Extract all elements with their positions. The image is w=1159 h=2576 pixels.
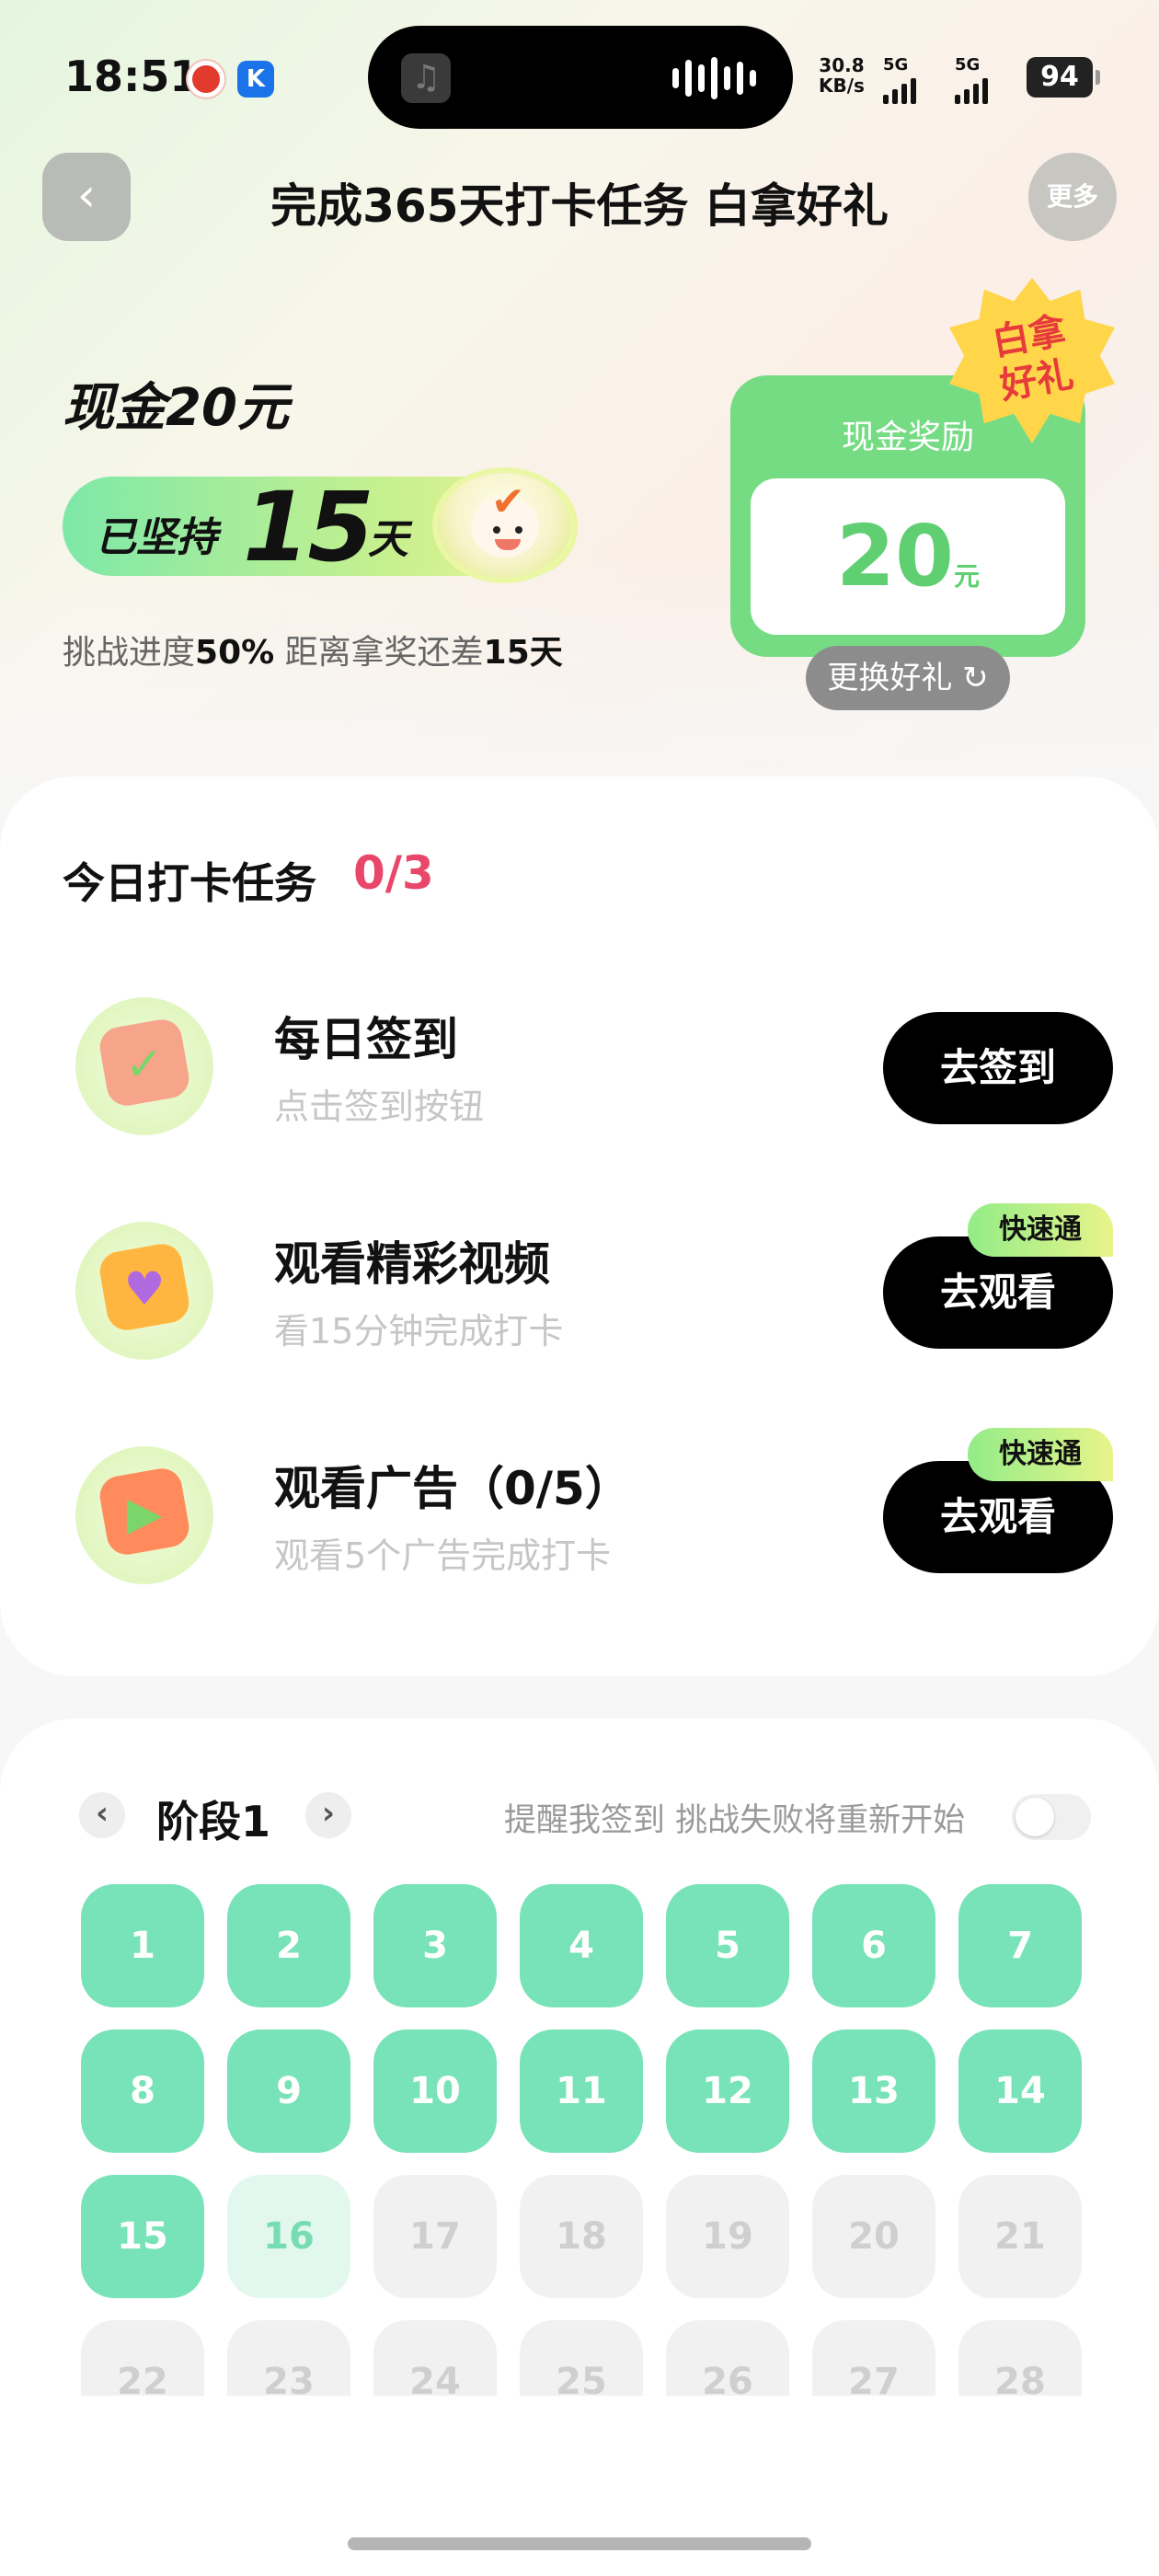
task-item-video: ♥ 观看精彩视频 看15分钟完成打卡 去观看 快速通 (0, 1200, 1159, 1384)
persist-days-number: 15 (243, 471, 374, 583)
stage-title: 阶段1 (156, 1797, 271, 1846)
reward-amount: 20 (835, 507, 954, 605)
day-cell-1[interactable]: 1 (81, 1884, 204, 2007)
notification-k-icon: K (237, 61, 274, 98)
day-cell-25[interactable]: 25 (520, 2320, 643, 2396)
day-cell-16[interactable]: 16 (227, 2175, 350, 2298)
change-gift-button[interactable]: 更换好礼 ↻ (806, 646, 1010, 710)
reminder-toggle[interactable] (1012, 1794, 1091, 1840)
day-cell-8[interactable]: 8 (81, 2030, 204, 2153)
mascot-check-icon: ✔ (432, 467, 576, 583)
next-stage-button[interactable]: › (305, 1792, 351, 1838)
signal-1: 5G (883, 55, 916, 104)
notification-app-icon (188, 61, 224, 98)
task-subtitle: 点击签到按钮 (274, 1087, 485, 1127)
day-cell-2[interactable]: 2 (227, 1884, 350, 2007)
cash-reward-title: 现金20元 (63, 378, 289, 438)
challenge-progress: 挑战进度50% 距离拿奖还差15天 (63, 626, 563, 673)
reminder-text: 提醒我签到 挑战失败将重新开始 (504, 1802, 966, 1839)
day-cell-27[interactable]: 27 (812, 2320, 935, 2396)
day-cell-22[interactable]: 22 (81, 2320, 204, 2396)
persist-prefix: 已坚持 (96, 514, 217, 561)
checkin-button[interactable]: 去签到 (883, 1012, 1113, 1124)
persist-suffix: 天 (368, 516, 408, 563)
day-cell-9[interactable]: 9 (227, 2030, 350, 2153)
ad-play-icon: ▶ (75, 1446, 213, 1584)
day-cell-6[interactable]: 6 (812, 1884, 935, 2007)
checkin-calendar-card: ‹ 阶段1 › 提醒我签到 挑战失败将重新开始 1 2 3 4 5 6 7 8 9 10 11 12 1… (0, 1719, 1159, 2576)
task-title: 每日签到 (274, 1013, 458, 1066)
day-cell-24[interactable]: 24 (373, 2320, 497, 2396)
day-cell-17[interactable]: 17 (373, 2175, 497, 2298)
day-cell-11[interactable]: 11 (520, 2030, 643, 2153)
day-grid-viewport: 1 2 3 4 5 6 7 8 9 10 11 12 13 14 15 16 17 18 19 20 21 22 23 24 2… (0, 1884, 1159, 2396)
day-cell-4[interactable]: 4 (520, 1884, 643, 2007)
day-cell-26[interactable]: 26 (666, 2320, 789, 2396)
progress-percent: 50% (195, 634, 275, 672)
day-cell-23[interactable]: 23 (227, 2320, 350, 2396)
task-item-checkin: ✓ 每日签到 点击签到按钮 去签到 (0, 975, 1159, 1159)
day-cell-13[interactable]: 13 (812, 2030, 935, 2153)
task-title: 观看广告（0/5） (274, 1462, 631, 1515)
video-play-icon: ♥ (75, 1222, 213, 1360)
day-cell-20[interactable]: 20 (812, 2175, 935, 2298)
signal-bars-icon (955, 76, 988, 104)
day-cell-7[interactable]: 7 (958, 1884, 1082, 2007)
network-speed-unit: KB/s (819, 75, 865, 97)
daily-tasks-card: 今日打卡任务 0/3 ✓ 每日签到 点击签到按钮 去签到 ♥ 观看精彩视频 看1… (0, 776, 1159, 1676)
day-cell-5[interactable]: 5 (666, 1884, 789, 2007)
tasks-count: 0/3 (353, 846, 434, 900)
day-cell-15[interactable]: 15 (81, 2175, 204, 2298)
day-cell-18[interactable]: 18 (520, 2175, 643, 2298)
tasks-header: 今日打卡任务 (63, 858, 316, 908)
progress-mid: 距离拿奖还差 (274, 634, 484, 672)
day-cell-21[interactable]: 21 (958, 2175, 1082, 2298)
more-button[interactable]: 更多 (1028, 153, 1117, 241)
task-item-ads: ▶ 观看广告（0/5） 观看5个广告完成打卡 去观看 快速通 (0, 1424, 1159, 1608)
task-title: 观看精彩视频 (274, 1237, 550, 1291)
day-grid: 1 2 3 4 5 6 7 8 9 10 11 12 13 14 15 16 17 18 19 20 21 22 23 24 2… (81, 1884, 1082, 2396)
calendar-check-icon: ✓ (75, 997, 213, 1135)
home-indicator[interactable] (348, 2537, 811, 2550)
network-speed-value: 30.8 (819, 54, 865, 76)
dynamic-island: ♫ (368, 26, 793, 129)
fast-pass-tag: 快速通 (968, 1428, 1113, 1481)
day-cell-3[interactable]: 3 (373, 1884, 497, 2007)
status-bar: 18:51 K ♫ 30.8 KB/s 5G 5G 94 (0, 0, 1159, 156)
reward-amount-box: 20元 (751, 478, 1065, 635)
day-cell-19[interactable]: 19 (666, 2175, 789, 2298)
progress-days-left: 15天 (483, 634, 563, 672)
progress-prefix: 挑战进度 (63, 634, 196, 672)
page-title: 完成365天打卡任务 白拿好礼 (270, 179, 889, 233)
fast-pass-tag: 快速通 (968, 1203, 1113, 1257)
day-cell-14[interactable]: 14 (958, 2030, 1082, 2153)
audio-wave-icon (672, 57, 756, 99)
network-speed: 30.8 KB/s (819, 55, 865, 96)
signal-bars-icon (883, 76, 916, 104)
task-subtitle: 观看5个广告完成打卡 (274, 1535, 612, 1576)
day-cell-12[interactable]: 12 (666, 2030, 789, 2153)
day-cell-28[interactable]: 28 (958, 2320, 1082, 2396)
music-note-icon: ♫ (401, 53, 451, 103)
signal-2: 5G (955, 55, 988, 104)
signal-1-label: 5G (883, 55, 909, 75)
battery-icon: 94 (1027, 57, 1100, 98)
day-cell-10[interactable]: 10 (373, 2030, 497, 2153)
reward-unit: 元 (954, 561, 981, 592)
signal-2-label: 5G (955, 55, 981, 75)
status-time: 18:51 (64, 52, 200, 101)
prev-stage-button[interactable]: ‹ (79, 1792, 125, 1838)
task-subtitle: 看15分钟完成打卡 (274, 1311, 564, 1351)
